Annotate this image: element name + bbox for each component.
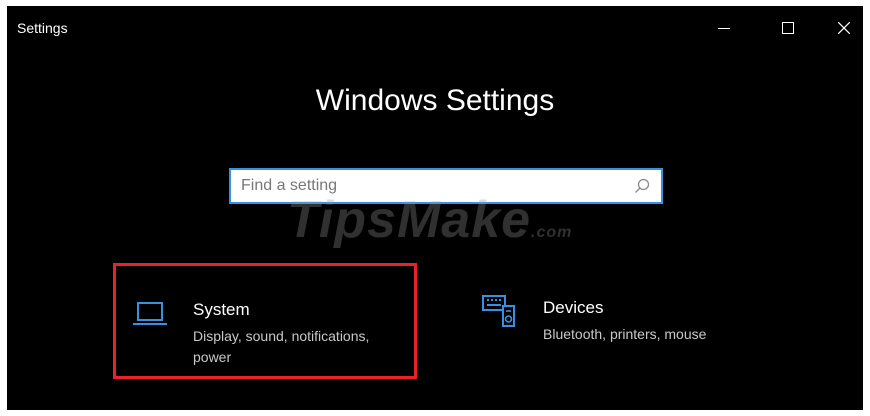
maximize-button[interactable] <box>761 6 815 50</box>
search-box[interactable] <box>229 168 663 204</box>
minimize-icon <box>718 27 730 29</box>
search-input[interactable] <box>241 173 631 199</box>
window-title: Settings <box>17 20 68 36</box>
close-button[interactable] <box>817 6 863 50</box>
category-title: Devices <box>543 298 604 317</box>
category-tile-devices[interactable]: Devices Bluetooth, printers, mouse <box>469 266 769 382</box>
category-tile-system[interactable]: System Display, sound, notifications, po… <box>113 263 417 379</box>
settings-window: Settings Windows Settings TipsMake.com <box>7 6 863 410</box>
maximize-icon <box>782 22 794 34</box>
minimize-button[interactable] <box>697 6 751 50</box>
title-bar[interactable]: Settings <box>7 6 863 50</box>
page-title: Windows Settings <box>315 84 555 117</box>
devices-icon <box>482 295 515 327</box>
laptop-icon <box>133 302 167 325</box>
close-icon <box>838 22 850 34</box>
category-title: System <box>193 300 250 319</box>
category-description: Bluetooth, printers, mouse <box>543 326 707 342</box>
category-description: Display, sound, notifications, power <box>193 328 370 365</box>
watermark-suffix: .com <box>531 224 573 241</box>
search-icon[interactable] <box>633 177 651 195</box>
